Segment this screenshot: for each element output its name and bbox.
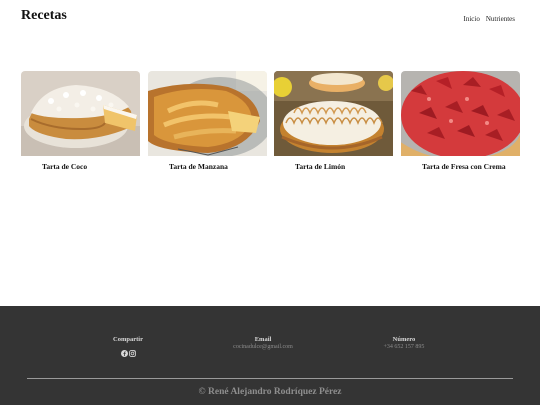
share-label: Compartir: [113, 336, 143, 343]
email-section: Email cocinadulce@gmail.com: [222, 336, 304, 350]
apple-tart-image[interactable]: [148, 71, 267, 156]
site-title: Recetas: [21, 8, 67, 23]
share-section: Compartir: [104, 336, 152, 357]
nav-link-inicio[interactable]: Inicio: [464, 15, 480, 23]
email-value[interactable]: cocinadulce@gmail.com: [222, 344, 304, 350]
phone-value[interactable]: +34 652 157 895: [372, 344, 436, 350]
recipe-title: Tarta de Limón: [295, 162, 346, 171]
recipe-card-coco[interactable]: Tarta de Coco: [21, 71, 140, 171]
recipe-card-fresa[interactable]: Tarta de Fresa con Crema: [401, 71, 520, 171]
footer-divider: [27, 378, 513, 379]
coconut-tart-image[interactable]: [21, 71, 140, 156]
social-links: [104, 344, 152, 357]
site-footer: Compartir Email cocinadulce@gmail.com Nú…: [0, 306, 540, 405]
phone-label: Número: [392, 336, 416, 343]
recipe-card-limon[interactable]: Tarta de Limón: [274, 71, 393, 171]
strawberry-cream-tart-image[interactable]: [401, 71, 520, 156]
recipe-grid: Tarta de Coco Tarta de Manzana Tarta de …: [21, 71, 520, 181]
recipe-title: Tarta de Fresa con Crema: [422, 162, 506, 171]
main-nav: Inicio Nutrientes: [464, 15, 516, 23]
site-header: Recetas Inicio Nutrientes: [0, 0, 540, 40]
email-label: Email: [254, 336, 272, 343]
facebook-icon[interactable]: [120, 344, 128, 357]
phone-section: Número +34 652 157 895: [372, 336, 436, 350]
instagram-icon[interactable]: [128, 344, 136, 357]
copyright-text: © René Alejandro Rodríquez Pérez: [198, 387, 342, 397]
recipe-title: Tarta de Manzana: [169, 162, 228, 171]
recipe-card-manzana[interactable]: Tarta de Manzana: [148, 71, 267, 171]
lemon-meringue-tart-image[interactable]: [274, 71, 393, 156]
nav-link-nutrientes[interactable]: Nutrientes: [486, 15, 515, 23]
recipe-title: Tarta de Coco: [42, 162, 88, 171]
